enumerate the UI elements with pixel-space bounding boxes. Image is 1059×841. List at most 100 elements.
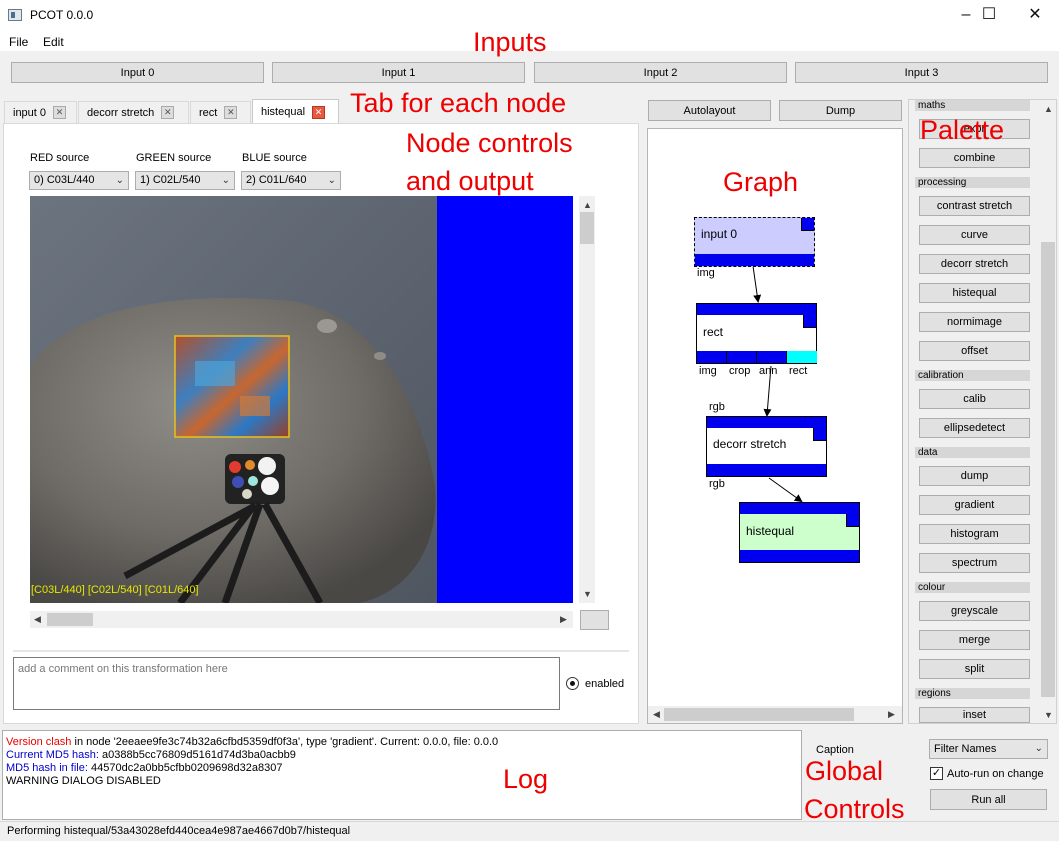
scrollbar-thumb[interactable] [580, 212, 594, 244]
image-canvas[interactable]: [C03L/440] [C02L/540] [C01L/640] [30, 196, 573, 603]
image-horizontal-scrollbar[interactable]: ◀ ▶ [30, 611, 573, 628]
palette-item-merge[interactable]: merge [919, 630, 1030, 650]
caption-filter-select[interactable]: Filter Names ⌄ [929, 739, 1048, 759]
autorun-checkbox[interactable]: ✓ [930, 767, 943, 780]
annotation-node-controls: Node controls [406, 128, 573, 158]
green-source-select[interactable]: 1) C02L/540 ⌄ [135, 171, 235, 190]
port-label: img [697, 267, 715, 279]
graph-horizontal-scrollbar[interactable]: ◀ ▶ [648, 706, 902, 723]
scrollbar-thumb[interactable] [47, 613, 93, 626]
palette-scrollbar[interactable]: ▲ ▼ [1040, 100, 1056, 723]
tab-label: decorr stretch [87, 106, 155, 119]
chevron-down-icon: ⌄ [1034, 743, 1043, 754]
scroll-down-icon[interactable]: ▼ [1044, 710, 1053, 720]
enabled-radio[interactable] [566, 677, 579, 690]
menu-edit[interactable]: Edit [43, 35, 64, 49]
palette-item-histogram[interactable]: histogram [919, 524, 1030, 544]
tab-rect[interactable]: rect ✕ [190, 101, 251, 123]
input-1-button[interactable]: Input 1 [272, 62, 525, 83]
annotation-log: Log [503, 764, 549, 794]
run-all-button[interactable]: Run all [930, 789, 1047, 810]
palette-section-calibration: calibration [915, 370, 1030, 381]
scroll-up-icon[interactable]: ▲ [1044, 104, 1053, 114]
close-icon[interactable]: ✕ [1012, 4, 1058, 26]
scroll-left-icon[interactable]: ◀ [34, 614, 41, 625]
input-0-button[interactable]: Input 0 [11, 62, 264, 83]
palette-section-data: data [915, 447, 1030, 458]
palette-item-split[interactable]: split [919, 659, 1030, 679]
annotation-controls: Controls [804, 794, 905, 824]
palette-item-spectrum[interactable]: spectrum [919, 553, 1030, 573]
edge-input0-rect [752, 265, 762, 303]
palette-section-processing: processing [915, 177, 1030, 188]
comment-input[interactable]: add a comment on this transformation her… [13, 657, 560, 710]
palette-item-normimage[interactable]: normimage [919, 312, 1030, 332]
maximize-icon[interactable]: ☐ [966, 4, 1012, 26]
annotation-tab: Tab for each node [350, 88, 567, 118]
output-port-rect[interactable] [787, 351, 817, 363]
palette-item-dump[interactable]: dump [919, 466, 1030, 486]
tab-close-icon[interactable]: ✕ [224, 106, 238, 119]
palette-item-decorr-stretch[interactable]: decorr stretch [919, 254, 1030, 274]
port-label: crop [729, 365, 751, 377]
tab-close-icon[interactable]: ✕ [161, 106, 175, 119]
divider [13, 650, 629, 652]
autolayout-button[interactable]: Autolayout [648, 100, 771, 121]
scroll-right-icon[interactable]: ▶ [888, 709, 895, 720]
node-rect[interactable]: rect [696, 303, 817, 364]
port-label: rect [789, 365, 808, 377]
log-current-hash: a0388b5cc76809d5161d74d3ba0acbb9 [98, 749, 296, 761]
node-corner-icon [846, 514, 859, 527]
node-label: histequal [746, 524, 795, 538]
tab-decorr-stretch[interactable]: decorr stretch ✕ [78, 101, 189, 123]
palette-item-offset[interactable]: offset [919, 341, 1030, 361]
tab-histequal[interactable]: histequal ✕ [252, 99, 339, 124]
blue-source-select[interactable]: 2) C01L/640 ⌄ [241, 171, 341, 190]
output-port-img[interactable] [697, 351, 727, 363]
tab-close-icon[interactable]: ✕ [53, 106, 67, 119]
tab-close-icon[interactable]: ✕ [312, 105, 326, 119]
palette-item-curve[interactable]: curve [919, 225, 1030, 245]
palette-item-combine[interactable]: combine [919, 148, 1030, 168]
scroll-right-icon[interactable]: ▶ [560, 614, 567, 625]
scroll-up-icon[interactable]: ▲ [583, 200, 592, 210]
palette-item-histequal[interactable]: histequal [919, 283, 1030, 303]
scroll-left-icon[interactable]: ◀ [653, 709, 660, 720]
window-title: PCOT 0.0.0 [30, 8, 94, 22]
scrollbar-thumb[interactable] [1041, 242, 1055, 697]
palette-item-contrast-stretch[interactable]: contrast stretch [919, 196, 1030, 216]
scroll-down-icon[interactable]: ▼ [583, 589, 592, 599]
tab-label: input 0 [13, 106, 47, 119]
status-bar: Performing histequal/53a43028efd440cea4e… [0, 821, 1059, 841]
autorun-label: Auto-run on change [947, 768, 1044, 780]
palette-item-inset[interactable]: inset [919, 707, 1030, 723]
green-source-label: GREEN source [136, 152, 212, 164]
tab-input-0[interactable]: input 0 ✕ [4, 101, 77, 123]
corner-button[interactable] [580, 610, 609, 630]
node-decorr-stretch[interactable]: decorr stretch [706, 416, 827, 477]
image-vertical-scrollbar[interactable]: ▲ ▼ [579, 196, 595, 603]
tab-label: rect [199, 106, 218, 119]
edge-decorr-histequal [768, 477, 803, 503]
palette-item-calib[interactable]: calib [919, 389, 1030, 409]
input-3-button[interactable]: Input 3 [795, 62, 1048, 83]
input-2-button[interactable]: Input 2 [534, 62, 787, 83]
chevron-down-icon: ⌄ [327, 175, 336, 186]
node-corner-icon [813, 428, 826, 441]
red-source-select[interactable]: 0) C03L/440 ⌄ [29, 171, 129, 190]
node-input-0[interactable]: input 0 [694, 217, 815, 267]
app-icon [8, 9, 22, 21]
dump-button[interactable]: Dump [779, 100, 902, 121]
node-label: rect [703, 325, 724, 339]
palette-item-gradient[interactable]: gradient [919, 495, 1030, 515]
palette-item-ellipsedetect[interactable]: ellipsedetect [919, 418, 1030, 438]
node-histequal[interactable]: histequal [739, 502, 860, 563]
output-port-crop[interactable] [727, 351, 757, 363]
scrollbar-thumb[interactable] [664, 708, 854, 721]
log-current-hash-label: Current MD5 hash: [6, 749, 99, 761]
menu-file[interactable]: File [9, 35, 28, 49]
output-port-ann[interactable] [757, 351, 787, 363]
log-line-3: MD5 hash in file: 44570dc2a0bb5cfbb02096… [6, 762, 282, 774]
palette-item-greyscale[interactable]: greyscale [919, 601, 1030, 621]
node-input-bar [707, 417, 826, 428]
